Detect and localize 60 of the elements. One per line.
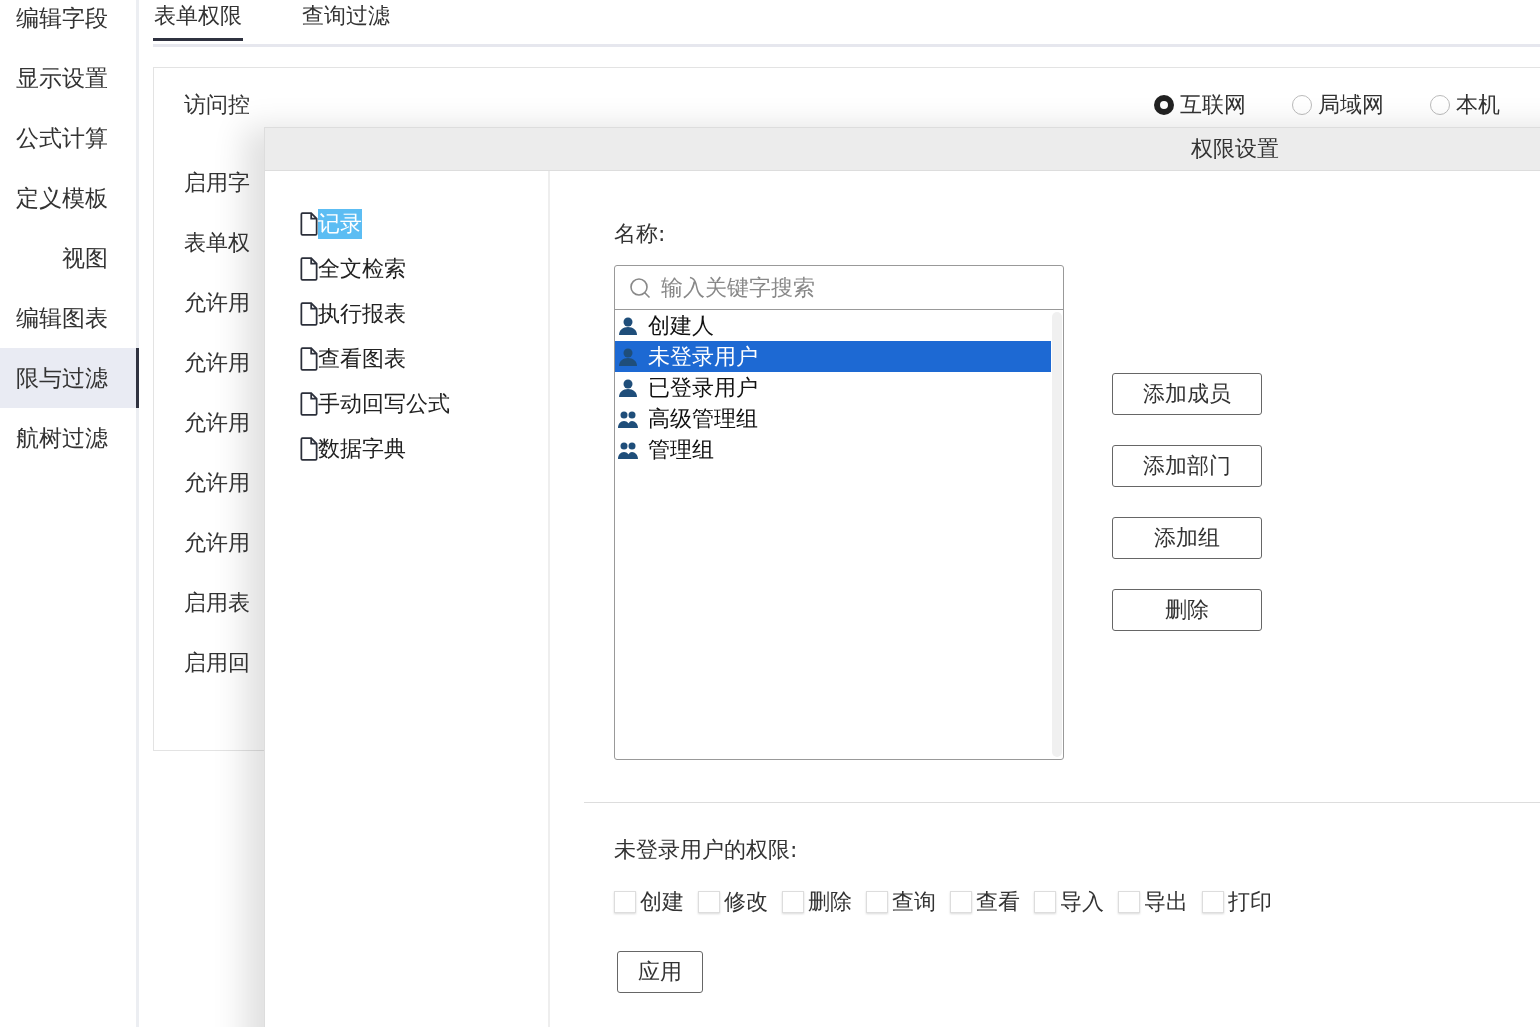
form-label: 启用回 [184,650,250,676]
person-icon [618,315,638,336]
sidebar-item[interactable]: 公式计算 [0,108,136,168]
file-icon [300,212,318,236]
action-button[interactable]: 删除 [1112,589,1262,631]
form-label: 访问控 [184,92,250,118]
member-item[interactable]: 管理组 [615,434,1051,465]
person-icon [618,377,638,398]
form-label: 允许用 [184,290,250,316]
permission-checkbox[interactable]: 创建 [614,887,684,917]
form-label: 允许用 [184,470,250,496]
member-item[interactable]: 创建人 [615,310,1051,341]
scrollbar[interactable] [1052,312,1062,757]
file-icon [300,437,318,461]
sidebar-item[interactable]: 编辑图表 [0,288,136,348]
person-icon [618,346,638,367]
tree-item[interactable]: 查看图表 [318,344,406,374]
tree-item[interactable]: 手动回写公式 [318,389,450,419]
sidebar-item[interactable]: 显示设置 [0,48,136,108]
file-icon [300,257,318,281]
permissions-title: 未登录用户的权限: [614,836,799,864]
member-item[interactable]: 高级管理组 [615,403,1051,434]
permission-checkbox[interactable]: 导出 [1118,887,1188,917]
file-icon [300,347,318,371]
form-label: 允许用 [184,350,250,376]
form-label: 启用字 [184,170,250,196]
tab[interactable]: 查询过滤 [301,0,391,41]
sidebar-item[interactable]: 编辑字段 [0,0,136,48]
permission-checkbox[interactable]: 修改 [698,887,768,917]
radio-option[interactable]: 局域网 [1292,90,1384,120]
apply-button[interactable]: 应用 [617,951,703,993]
action-button[interactable]: 添加组 [1112,517,1262,559]
sidebar-item[interactable]: 视图 [0,228,136,288]
form-label: 表单权 [184,230,250,256]
form-label: 允许用 [184,410,250,436]
permission-checkbox[interactable]: 查看 [950,887,1020,917]
file-icon [300,302,318,326]
form-label: 启用表 [184,590,250,616]
tree-item[interactable]: 全文检索 [318,254,406,284]
dialog-title: 权限设置 [1191,135,1279,163]
member-item[interactable]: 已登录用户 [615,372,1051,403]
permission-checkbox[interactable]: 查询 [866,887,936,917]
search-icon [629,276,651,299]
radio-option[interactable]: 本机 [1430,90,1500,120]
file-icon [300,392,318,416]
action-button[interactable]: 添加成员 [1112,373,1262,415]
tab[interactable]: 表单权限 [153,0,243,41]
member-item[interactable]: 未登录用户 [615,341,1051,372]
tree-item[interactable]: 执行报表 [318,299,406,329]
radio-option[interactable]: 互联网 [1154,90,1246,120]
sidebar-item[interactable]: 定义模板 [0,168,136,228]
form-label: 允许用 [184,530,250,556]
permission-checkbox[interactable]: 打印 [1202,887,1272,917]
name-label: 名称: [614,220,667,248]
permission-checkbox[interactable]: 导入 [1034,887,1104,917]
permission-checkbox[interactable]: 删除 [782,887,852,917]
sidebar-item[interactable]: 限与过滤 [0,348,139,408]
sidebar-item[interactable]: 航树过滤 [0,408,136,468]
action-button[interactable]: 添加部门 [1112,445,1262,487]
tree-item[interactable]: 数据字典 [318,434,406,464]
